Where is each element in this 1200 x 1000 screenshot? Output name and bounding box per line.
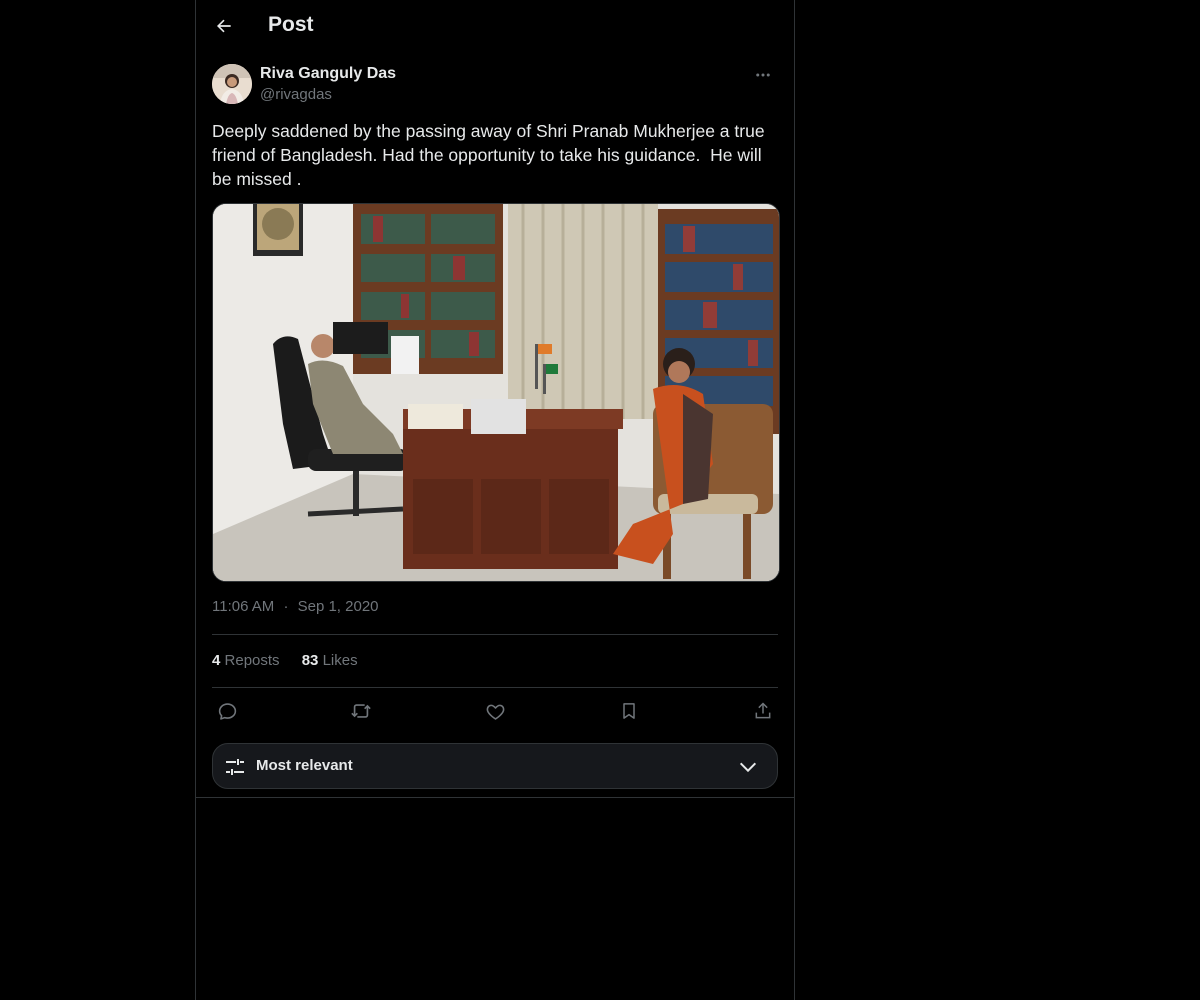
author-block: Riva Ganguly Das @rivagdas bbox=[212, 64, 778, 108]
post-column: Post Riva Ganguly Das @rivagdas Deeply s… bbox=[195, 0, 795, 1000]
back-arrow-icon bbox=[217, 19, 231, 33]
page-title: Post bbox=[268, 13, 314, 36]
bookmark-icon bbox=[623, 703, 635, 719]
more-icon bbox=[756, 73, 770, 77]
share-button[interactable] bbox=[748, 696, 778, 726]
timestamp-separator: · bbox=[283, 598, 289, 615]
reposts-count: 4 bbox=[212, 652, 221, 669]
post-timestamp[interactable]: 11:06 AM · Sep 1, 2020 bbox=[212, 598, 379, 615]
sort-label: Most relevant bbox=[256, 757, 353, 774]
office-photo bbox=[213, 204, 779, 581]
post-time: 11:06 AM bbox=[212, 598, 275, 615]
post-photo[interactable] bbox=[212, 203, 780, 582]
reposts-label: Reposts bbox=[224, 652, 280, 669]
like-icon bbox=[486, 704, 504, 720]
divider bbox=[212, 634, 778, 635]
reply-sort-dropdown[interactable]: Most relevant bbox=[212, 743, 778, 789]
reply-icon bbox=[218, 702, 236, 720]
chevron-down-icon bbox=[739, 762, 757, 773]
repost-icon bbox=[351, 704, 371, 718]
repost-button[interactable] bbox=[346, 696, 376, 726]
post-date: Sep 1, 2020 bbox=[297, 598, 379, 615]
likes-count: 83 bbox=[301, 652, 319, 669]
share-icon bbox=[755, 702, 771, 719]
more-options-button[interactable] bbox=[748, 64, 778, 86]
avatar[interactable] bbox=[212, 64, 252, 104]
bookmark-button[interactable] bbox=[614, 696, 644, 726]
engagement-stats: 4 Reposts 83 Likes bbox=[212, 652, 376, 669]
author-name[interactable]: Riva Ganguly Das bbox=[260, 65, 396, 83]
divider bbox=[212, 687, 778, 688]
filter-sliders-icon bbox=[226, 759, 244, 775]
reposts-stat[interactable]: 4 Reposts bbox=[212, 652, 280, 669]
likes-stat[interactable]: 83 Likes bbox=[302, 652, 358, 669]
action-bar bbox=[212, 696, 778, 726]
likes-label: Likes bbox=[322, 652, 358, 669]
divider bbox=[196, 797, 794, 798]
back-button[interactable] bbox=[206, 8, 242, 44]
post-text: Deeply saddened by the passing away of S… bbox=[212, 121, 765, 189]
reply-button[interactable] bbox=[212, 696, 242, 726]
author-handle[interactable]: @rivagdas bbox=[260, 86, 332, 103]
avatar-image bbox=[212, 64, 252, 104]
like-button[interactable] bbox=[480, 696, 510, 726]
post-header: Post bbox=[196, 0, 794, 53]
